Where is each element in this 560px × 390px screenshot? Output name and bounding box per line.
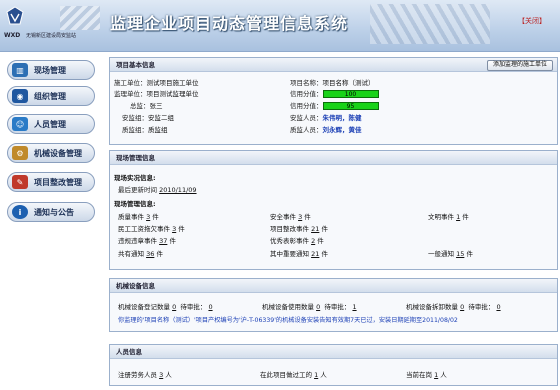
supervision-unit-row: 监理单位：项目测试监理单位: [114, 90, 199, 98]
event-rectification[interactable]: 项目整改事件 21 件: [270, 223, 328, 233]
equipment-remove-count[interactable]: 机械设备拆卸数量 0 待审批： 0: [406, 301, 501, 311]
notice-important[interactable]: 其中重要通知 21 件: [270, 248, 328, 258]
app-header: WXD 无锡新区建设局安监站 监理企业项目动态管理信息系统 【关闭】: [0, 0, 560, 52]
nav-equipment-management[interactable]: ⚙ 机械设备管理: [7, 143, 95, 163]
credit-score-bar: 100: [322, 90, 379, 98]
rectify-icon: ✎: [12, 175, 28, 189]
project-info-panel: 项目基本信息 添加监理的施工单位 施工单位：测试项目施工单位 项目名称：项目名称…: [109, 57, 558, 145]
registered-workers[interactable]: 注册劳务人员 3 人: [118, 369, 172, 379]
info-icon: i: [12, 205, 28, 219]
worked-on-project[interactable]: 在此项目做过工的 1 人: [260, 369, 327, 379]
site-management-panel: 现场管理信息 现场实况信息: 最后更新时间 2010/11/09 现场管理信息:…: [109, 150, 558, 270]
personnel-panel: 人员信息 注册劳务人员 3 人 在此项目做过工的 1 人 当前在岗 1 人: [109, 344, 558, 386]
org-name: 无锡新区建设局安监站: [26, 33, 77, 39]
main-content: 项目基本信息 添加监理的施工单位 施工单位：测试项目施工单位 项目名称：项目名称…: [106, 52, 558, 390]
nav-site-management[interactable]: ▥ 现场管理: [7, 60, 95, 80]
building-icon: ▥: [12, 63, 28, 77]
chief-row: 总监：张三: [130, 102, 163, 110]
event-civility[interactable]: 文明事件 1 件: [428, 211, 469, 221]
add-construction-unit-button[interactable]: 添加监理的施工单位: [486, 60, 553, 71]
nav-label: 项目整改管理: [34, 177, 82, 187]
mgmt-title: 现场管理信息:: [114, 200, 156, 208]
last-update-row: 最后更新时间 2010/11/09: [118, 186, 197, 194]
nav-label: 组织管理: [34, 91, 66, 101]
nav-notices[interactable]: i 通知与公告: [7, 202, 95, 222]
safety-staff-row: 安监人员：朱伟明，陈健: [290, 114, 362, 122]
panel-title: 人员信息: [110, 345, 557, 359]
panel-title: 现场管理信息: [110, 151, 557, 165]
app-title: 监理企业项目动态管理信息系统: [110, 14, 349, 33]
panel-title: 机械设备信息: [110, 279, 557, 293]
equipment-notice-link[interactable]: 你监理的'项目名称（测试）'项目产权编号为'沪-T-06339'的机械设备安装告…: [118, 315, 458, 324]
quality-staff-row: 质监人员：刘永辉，黄佳: [290, 126, 362, 134]
event-violation[interactable]: 违规违章事件 37 件: [118, 235, 176, 245]
org-chart-icon: ◉: [12, 89, 28, 103]
project-name-row: 项目名称：项目名称（测试）: [290, 79, 375, 87]
credit-score-bar: 95: [322, 102, 379, 110]
notice-general[interactable]: 一般通知 15 件: [428, 248, 473, 258]
nav-label: 现场管理: [34, 65, 66, 75]
event-commendation[interactable]: 优秀表彰事件 2 件: [270, 235, 324, 245]
notice-total[interactable]: 共有通知 36 件: [118, 248, 163, 258]
safety-group-row: 安监组：安监二组: [122, 114, 174, 122]
logo-text: WXD: [4, 32, 21, 39]
credit-score-row-1: 信用分值： 100: [290, 88, 379, 98]
header-decoration-right: [370, 4, 490, 44]
currently-on-duty[interactable]: 当前在岗 1 人: [406, 369, 447, 379]
machine-icon: ⚙: [12, 146, 28, 160]
event-safety[interactable]: 安全事件 3 件: [270, 211, 311, 221]
nav-rectification-management[interactable]: ✎ 项目整改管理: [7, 172, 95, 192]
equipment-panel: 机械设备信息 机械设备登记数量 0 待审批： 0 机械设备使用数量 0 待审批：…: [109, 278, 558, 332]
equipment-use-count[interactable]: 机械设备使用数量 0 待审批： 1: [262, 301, 357, 311]
event-quality[interactable]: 质量事件 3 件: [118, 211, 159, 221]
logo-icon: [6, 6, 24, 25]
quality-group-row: 质监组：质监组: [122, 126, 168, 134]
inspection-title: 现场实况信息:: [114, 174, 156, 182]
construction-unit-row: 施工单位：测试项目施工单位: [114, 79, 199, 87]
equipment-register-count[interactable]: 机械设备登记数量 0 待审批： 0: [118, 301, 213, 311]
nav-org-management[interactable]: ◉ 组织管理: [7, 86, 95, 106]
nav-label: 机械设备管理: [34, 148, 82, 158]
event-wage-arrears[interactable]: 民工工资拖欠事件 3 件: [118, 223, 185, 233]
people-icon: ☺: [12, 117, 28, 131]
sidebar: ▥ 现场管理 ◉ 组织管理 ☺ 人员管理 ⚙ 机械设备管理 ✎ 项目整改管理 i…: [0, 52, 103, 390]
nav-label: 人员管理: [34, 119, 66, 129]
close-link[interactable]: 【关闭】: [518, 16, 546, 26]
credit-score-row-2: 信用分值： 95: [290, 100, 379, 110]
nav-label: 通知与公告: [34, 207, 74, 217]
header-decoration: [60, 6, 100, 30]
nav-personnel-management[interactable]: ☺ 人员管理: [7, 114, 95, 134]
